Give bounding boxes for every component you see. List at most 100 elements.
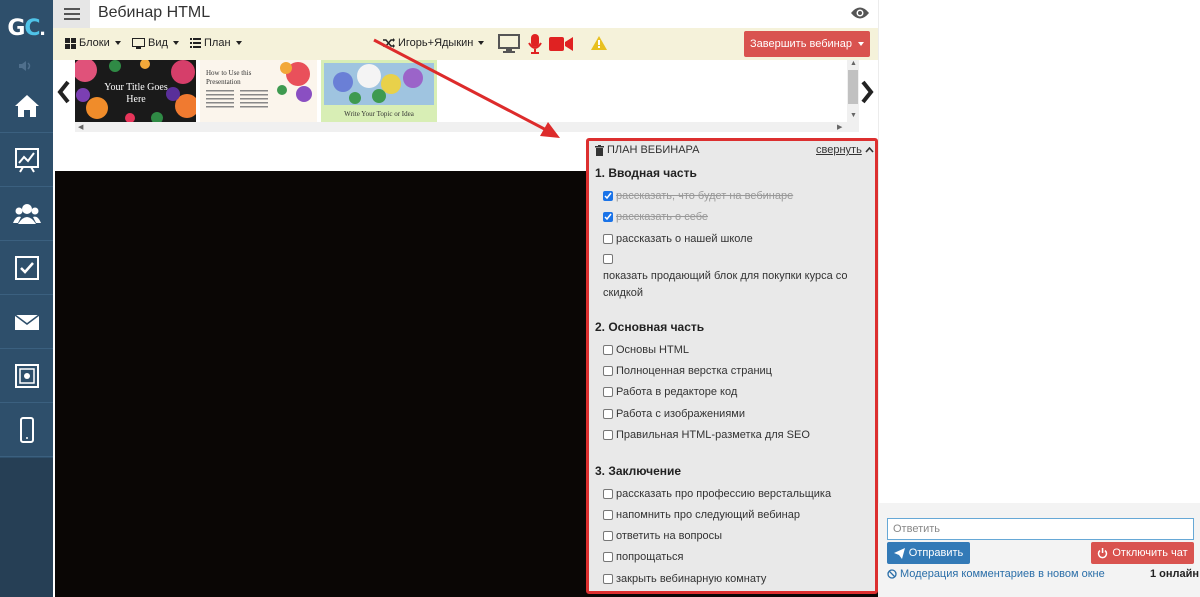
- reply-input[interactable]: Ответить: [887, 518, 1194, 540]
- plan-item-label: попрощаться: [616, 551, 684, 563]
- plan-label: План: [204, 37, 231, 49]
- plan-item-label: Правильная HTML-разметка для SEO: [616, 429, 810, 441]
- nav-tasks[interactable]: [0, 242, 53, 295]
- checkbox[interactable]: [603, 531, 613, 541]
- checkbox[interactable]: [603, 409, 613, 419]
- blocks-label: Блоки: [79, 37, 110, 49]
- checkbox[interactable]: [603, 254, 613, 264]
- plan-item-label: Основы HTML: [616, 344, 689, 356]
- plan-item-label: рассказать, что будет на вебинаре: [616, 190, 794, 202]
- sidebar-bottom: [0, 458, 53, 597]
- plan-item[interactable]: Основы HTML: [603, 342, 689, 359]
- eye-icon[interactable]: [850, 5, 870, 21]
- plan-item[interactable]: рассказать, что будет на вебинаре: [603, 188, 793, 205]
- disable-chat-button[interactable]: Отключить чат: [1091, 542, 1194, 564]
- mail-icon: [14, 314, 39, 330]
- speaker-icon[interactable]: [17, 60, 35, 72]
- collapse-label: свернуть: [816, 144, 862, 156]
- plan-item-label: Полноценная верстка страниц: [616, 365, 772, 377]
- trash-icon[interactable]: [595, 144, 604, 156]
- chevron-down-icon: [172, 41, 179, 45]
- checkbox[interactable]: [603, 552, 613, 562]
- checkbox[interactable]: [603, 489, 613, 499]
- section-title-intro: 1. Вводная часть: [595, 166, 697, 180]
- plan-item[interactable]: Работа в редакторе код: [603, 384, 737, 401]
- checkbox[interactable]: [603, 387, 613, 397]
- plan-item[interactable]: [603, 251, 613, 264]
- plan-item-label: ответить на вопросы: [616, 530, 723, 542]
- logo[interactable]: GC.: [0, 0, 53, 56]
- nav-statistics[interactable]: [0, 134, 53, 187]
- plan-item-label: показать продающий блок для покупки курс…: [603, 270, 848, 299]
- chevron-left-icon[interactable]: [57, 80, 71, 104]
- blocks-dropdown[interactable]: Блоки: [65, 37, 121, 49]
- plan-item[interactable]: Полноценная верстка страниц: [603, 363, 772, 380]
- menu-button[interactable]: [53, 0, 90, 28]
- plan-item[interactable]: рассказать о нашей школе: [603, 231, 753, 248]
- scroll-right-icon[interactable]: ▶: [837, 123, 842, 131]
- plan-item[interactable]: рассказать про профессию верстальщика: [603, 486, 831, 503]
- plan-item[interactable]: Правильная HTML-разметка для SEO: [603, 427, 810, 444]
- plan-dropdown[interactable]: План: [190, 37, 242, 49]
- vertical-scrollbar[interactable]: ▲ ▼: [847, 60, 859, 122]
- plan-item-label: Работа в редакторе код: [616, 386, 738, 398]
- slide-2-title: How to Use this Presentation: [206, 69, 252, 86]
- monitor-icon: [132, 37, 145, 49]
- moderation-link[interactable]: Модерация комментариев в новом окне: [887, 568, 1105, 580]
- disable-chat-label: Отключить чат: [1112, 547, 1188, 559]
- scroll-left-icon[interactable]: ◀: [78, 123, 83, 131]
- online-count: 1 онлайн: [1150, 568, 1200, 580]
- send-button[interactable]: Отправить: [887, 542, 970, 564]
- plan-item[interactable]: Работа с изображениями: [603, 406, 745, 423]
- power-icon: [1098, 547, 1108, 558]
- checkbox-checked[interactable]: [603, 212, 613, 222]
- slide-thumbnail-1[interactable]: Your Title Goes Here: [75, 60, 196, 122]
- section-title-main: 2. Основная часть: [595, 320, 705, 334]
- moderation-label: Модерация комментариев в новом окне: [900, 568, 1105, 580]
- chart-icon: [14, 148, 39, 173]
- view-dropdown[interactable]: Вид: [132, 37, 179, 49]
- checkbox-checked[interactable]: [603, 191, 613, 201]
- nav-sales[interactable]: [0, 350, 53, 403]
- users-icon: [12, 204, 41, 224]
- page-title: Вебинар HTML: [98, 4, 211, 21]
- checkbox-icon: [14, 256, 39, 280]
- nav-mobile[interactable]: [0, 404, 53, 457]
- warning-icon[interactable]: [591, 36, 607, 50]
- plan-item[interactable]: закрыть вебинарную комнату: [603, 571, 766, 588]
- scroll-down-icon[interactable]: ▼: [850, 112, 857, 119]
- plan-item[interactable]: ответить на вопросы: [603, 528, 722, 545]
- chevron-right-icon[interactable]: [860, 80, 874, 104]
- checkbox[interactable]: [603, 234, 613, 244]
- paper-plane-icon: [893, 547, 905, 559]
- checkbox[interactable]: [603, 574, 613, 584]
- chevron-down-icon: [235, 41, 242, 45]
- chat-input-area: Ответить Отправить Отключить чат Модерац…: [878, 503, 1200, 597]
- end-webinar-label: Завершить вебинар: [750, 38, 852, 50]
- plan-item[interactable]: напомнить про следующий вебинар: [603, 507, 800, 524]
- plan-header: ПЛАН ВЕБИНАРА: [595, 144, 699, 156]
- checkbox[interactable]: [603, 510, 613, 520]
- slide-1-title: Your Title Goes Here: [104, 82, 168, 105]
- send-label: Отправить: [908, 547, 964, 559]
- plan-item[interactable]: рассказать о себе: [603, 209, 708, 226]
- slide-thumbnail-2[interactable]: How to Use this Presentation: [200, 60, 317, 122]
- logo-dot: .: [39, 15, 46, 40]
- collapse-plan-link[interactable]: свернуть: [816, 144, 874, 156]
- scroll-up-icon[interactable]: ▲: [850, 60, 857, 67]
- nav-messages[interactable]: [0, 296, 53, 349]
- nav-users[interactable]: [0, 188, 53, 241]
- view-label: Вид: [148, 37, 168, 49]
- checkbox[interactable]: [603, 430, 613, 440]
- checkbox[interactable]: [603, 345, 613, 355]
- plan-item-label: закрыть вебинарную комнату: [616, 573, 767, 585]
- scrollbar-thumb[interactable]: [848, 70, 858, 104]
- logo-text: GC: [7, 15, 40, 41]
- menu-icon: [63, 8, 80, 20]
- nav-home[interactable]: [0, 80, 53, 133]
- plan-item[interactable]: попрощаться: [603, 549, 683, 566]
- checkbox[interactable]: [603, 366, 613, 376]
- chevron-down-icon: [857, 42, 864, 46]
- end-webinar-button[interactable]: Завершить вебинар: [744, 31, 870, 57]
- section-title-conclusion: 3. Заключение: [595, 464, 682, 478]
